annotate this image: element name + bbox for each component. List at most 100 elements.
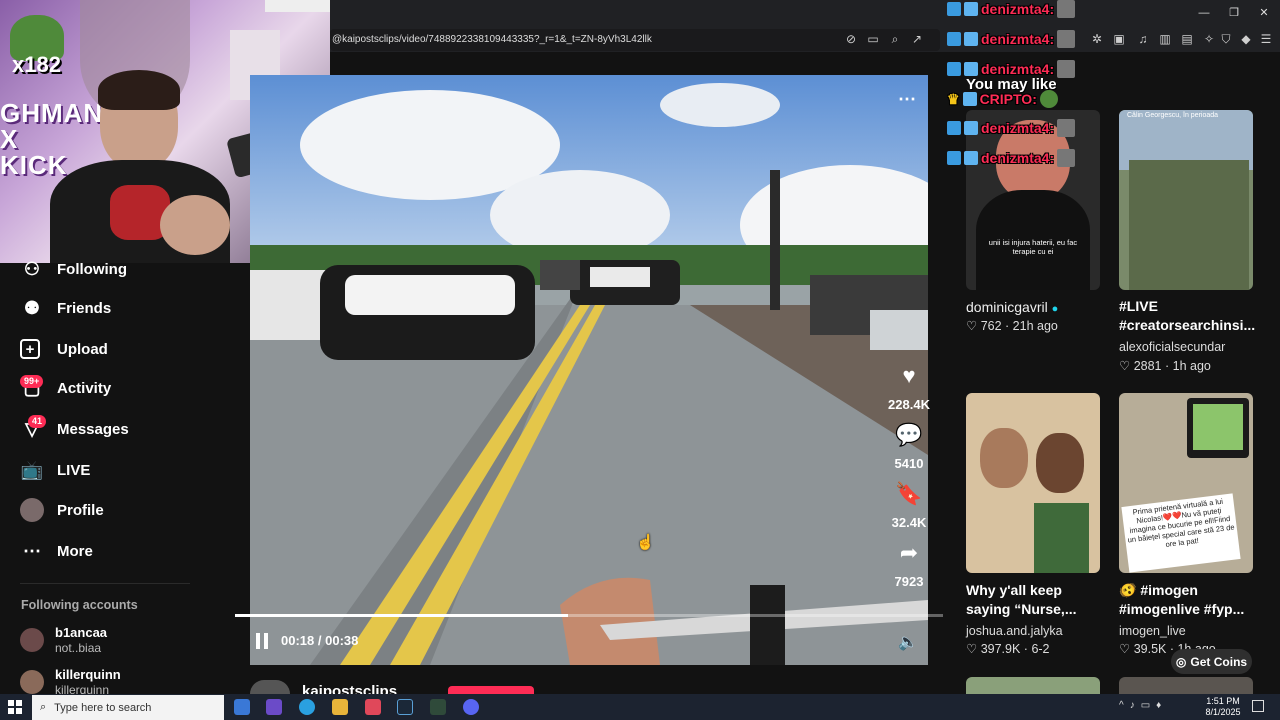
taskbar-search[interactable]: ⌕ Type here to search (32, 695, 224, 720)
sidebar-item-label: Upload (57, 340, 108, 358)
menu-icon[interactable]: ☰ (1258, 31, 1274, 47)
video-thumbnail[interactable]: Călin Georgescu, în perioada (1119, 110, 1253, 290)
chat-user: CRIPTO: (979, 91, 1037, 107)
sidebar-item-more[interactable]: ⋯ More (20, 537, 93, 565)
pause-button[interactable] (256, 633, 270, 649)
share-icon[interactable]: ➦ (895, 539, 923, 567)
thumb-shirt (1034, 503, 1089, 573)
sidebar-item-label: Friends (57, 299, 112, 317)
progress-track[interactable] (235, 614, 943, 617)
post-age: 6-2 (1031, 642, 1050, 656)
live-icon: 📺 (20, 459, 44, 480)
account-name[interactable]: killerquinn (55, 667, 121, 682)
profile-icon (20, 498, 44, 522)
sidebar-item-friends[interactable]: ⚉ Friends (20, 294, 111, 322)
thumb-screen (1187, 398, 1249, 458)
bookmark-icon[interactable]: 🔖 (895, 480, 923, 508)
sidebar-item-label: Activity (57, 379, 112, 397)
minimize-button[interactable]: — (1194, 5, 1214, 21)
vpn-icon[interactable]: ◆ (1238, 31, 1254, 47)
like-count: 397.9K (980, 642, 1021, 656)
video-thumbnail[interactable] (1119, 677, 1253, 694)
account-name[interactable]: b1ancaa (55, 625, 107, 640)
comment-icon[interactable]: 💬 (895, 421, 923, 449)
zoom-icon[interactable]: ⌕ (887, 31, 903, 47)
time-separator: / (317, 633, 322, 648)
sidebar-item-following[interactable]: ⚇ Following (20, 255, 127, 283)
taskbar-clock[interactable]: 1:51 PM 8/1/2025 (1200, 696, 1246, 718)
sidebar-item-label: Messages (57, 420, 129, 438)
video-meta: ♡ 2881 · 1h ago (1119, 359, 1211, 373)
video-title[interactable]: Why y'all keep saying “Nurse,... (966, 581, 1106, 619)
shield-icon[interactable]: ⛉ (1218, 31, 1234, 47)
sidebar-icon[interactable]: ▥ (1157, 31, 1173, 47)
restore-button[interactable]: ❐ (1224, 5, 1244, 21)
copilot-app-icon[interactable] (266, 699, 282, 715)
sidebar-item-label: More (57, 542, 93, 560)
activity-badge: 99+ (20, 375, 44, 388)
steam-icon[interactable] (397, 699, 413, 715)
like-count: 2881 (1133, 359, 1162, 373)
brave-browser-icon[interactable] (365, 699, 381, 715)
video-meta: ♡ 397.9K · 6-2 (966, 642, 1050, 656)
video-player[interactable]: ⋯ (250, 75, 928, 665)
sidebar-item-label: Following (57, 260, 127, 278)
get-coins-label: Get Coins (1190, 654, 1248, 669)
author-name[interactable]: dominicgavril ● (966, 299, 1058, 315)
thumb-caption: unii isi injura haterii, eu fac terapie … (988, 238, 1078, 256)
video-thumbnail[interactable] (966, 393, 1100, 573)
following-accounts-header: Following accounts (21, 598, 138, 612)
video-frame (250, 75, 928, 665)
author-name[interactable]: kaipostsclips (302, 683, 397, 694)
messages-badge: 41 (28, 415, 47, 428)
chat-user: denizmta4: (981, 61, 1055, 77)
search-icon: ⌕ (40, 701, 47, 713)
terminal-icon[interactable] (430, 699, 446, 715)
upload-icon: + (20, 339, 40, 359)
avatar[interactable] (20, 670, 44, 694)
video-thumbnail[interactable] (966, 677, 1100, 694)
video-title[interactable]: 🫨 #imogen #imogenlive #fyp... (1119, 581, 1259, 619)
save-count: 32.4K (891, 515, 927, 530)
no-tracking-icon[interactable]: ⊘ (843, 31, 859, 47)
share-icon[interactable]: ↗ (909, 31, 925, 47)
system-tray-icons[interactable]: ^♪▭♦ (1119, 700, 1167, 711)
coin-icon: ◎ (1175, 654, 1187, 669)
video-thumbnail[interactable]: Prima prietenă virtuală a lui Nicolas!❤️… (1119, 393, 1253, 573)
author-name[interactable]: imogen_live (1119, 624, 1186, 638)
edge-icon[interactable] (299, 699, 315, 715)
music-icon[interactable]: ♫ (1135, 31, 1151, 47)
heart-icon: ♡ (966, 642, 978, 656)
avatar[interactable] (250, 680, 290, 694)
windows-start-icon[interactable] (8, 700, 22, 714)
discord-icon[interactable] (463, 699, 479, 715)
tab-icon[interactable]: ▣ (1111, 31, 1127, 47)
close-window-button[interactable]: ✕ (1254, 5, 1274, 21)
extensions-icon[interactable]: ✲ (1089, 31, 1105, 47)
file-explorer-icon[interactable] (332, 699, 348, 715)
like-icon[interactable]: ♥ (895, 362, 923, 390)
progress-fill (235, 614, 568, 617)
video-title[interactable]: #LIVE #creatorsearchinsi... (1119, 297, 1259, 335)
notification-icon[interactable] (1252, 700, 1264, 712)
sidebar-item-profile[interactable]: Profile (20, 496, 104, 524)
chat-user: denizmta4: (981, 150, 1055, 166)
clock-time: 1:51 PM (1206, 696, 1240, 706)
author-name[interactable]: joshua.and.jalyka (966, 624, 1063, 638)
screen-icon[interactable]: ▭ (865, 31, 881, 47)
like-count: 39.5K (1133, 642, 1167, 656)
avatar[interactable] (20, 628, 44, 652)
video-thumbnail[interactable]: unii isi injura haterii, eu fac terapie … (966, 110, 1100, 290)
get-coins-button[interactable]: ◎ Get Coins (1171, 649, 1252, 674)
volume-icon[interactable]: 🔈 (898, 632, 918, 652)
wallet-icon[interactable]: ▤ (1179, 31, 1195, 47)
comment-count: 5410 (894, 456, 924, 471)
follow-button[interactable] (448, 686, 534, 694)
author-name[interactable]: alexoficialsecundar (1119, 340, 1225, 354)
task-view-icon[interactable] (234, 699, 250, 715)
more-options-icon[interactable]: ⋯ (898, 89, 916, 110)
sidebar-item-live[interactable]: 📺 LIVE (20, 456, 91, 484)
sidebar-item-upload[interactable]: + Upload (20, 335, 108, 363)
leo-icon[interactable]: ✧ (1201, 31, 1217, 47)
following-icon: ⚇ (23, 258, 41, 279)
